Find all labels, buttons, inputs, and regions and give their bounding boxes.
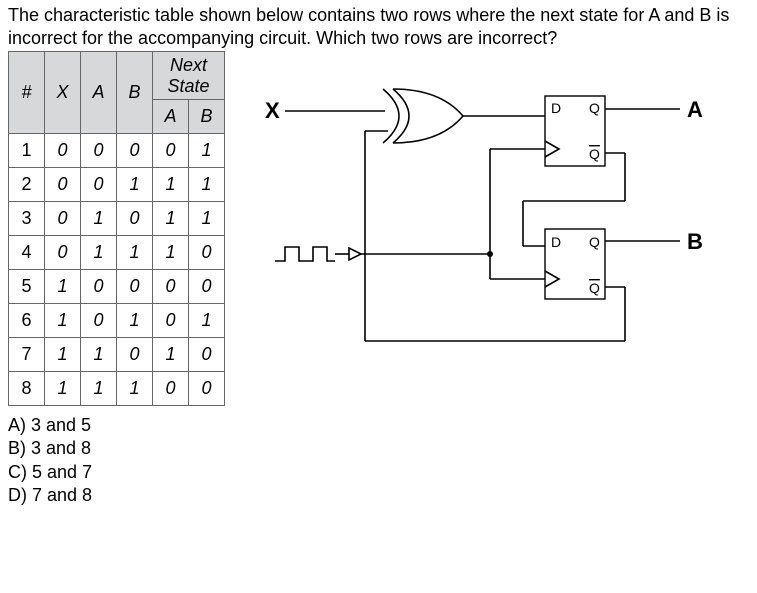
svg-text:Q: Q (589, 100, 600, 116)
option-b: B) 3 and 8 (8, 437, 749, 460)
table-cell: 0 (189, 372, 225, 406)
table-cell: 1 (117, 168, 153, 202)
table-cell: 0 (81, 270, 117, 304)
table-cell: 0 (153, 134, 189, 168)
answer-options: A) 3 and 5 B) 3 and 8 C) 5 and 7 D) 7 an… (0, 406, 757, 516)
table-cell: 1 (45, 372, 81, 406)
flipflop-b-icon: D Q Q (545, 229, 605, 299)
table-cell: 3 (9, 202, 45, 236)
label-x: X (265, 98, 280, 123)
characteristic-table: # X A B Next State A B 10000120011130101… (8, 51, 225, 406)
option-a: A) 3 and 5 (8, 414, 749, 437)
option-c: C) 5 and 7 (8, 461, 749, 484)
table-cell: 1 (153, 168, 189, 202)
table-cell: 0 (81, 168, 117, 202)
table-cell: 1 (81, 236, 117, 270)
table-cell: 4 (9, 236, 45, 270)
table-cell: 1 (153, 236, 189, 270)
circuit-diagram: X D Q Q A (225, 51, 749, 376)
table-cell: 0 (189, 270, 225, 304)
table-row: 610101 (9, 304, 225, 338)
table-cell: 0 (45, 134, 81, 168)
table-cell: 1 (81, 372, 117, 406)
table-cell: 0 (153, 270, 189, 304)
table-cell: 1 (117, 236, 153, 270)
question-text: The characteristic table shown below con… (0, 0, 757, 51)
table-cell: 0 (45, 168, 81, 202)
header-num: # (9, 52, 45, 134)
svg-text:Q: Q (589, 234, 600, 250)
table-cell: 1 (189, 304, 225, 338)
svg-text:Q: Q (589, 280, 600, 296)
table-cell: 0 (117, 270, 153, 304)
svg-text:Q: Q (589, 146, 600, 162)
header-x: X (45, 52, 81, 134)
table-cell: 1 (81, 202, 117, 236)
table-row: 100001 (9, 134, 225, 168)
table-cell: 0 (45, 236, 81, 270)
table-cell: 1 (117, 304, 153, 338)
header-next-a: A (153, 100, 189, 134)
table-cell: 0 (153, 304, 189, 338)
label-a: A (687, 97, 703, 122)
table-cell: 1 (153, 202, 189, 236)
table-cell: 1 (9, 134, 45, 168)
table-cell: 1 (81, 338, 117, 372)
table-cell: 1 (117, 372, 153, 406)
flipflop-a-icon: D Q Q (545, 96, 605, 166)
table-cell: 1 (45, 270, 81, 304)
table-cell: 0 (81, 134, 117, 168)
table-cell: 0 (117, 202, 153, 236)
table-cell: 0 (81, 304, 117, 338)
table-cell: 0 (189, 236, 225, 270)
option-d: D) 7 and 8 (8, 484, 749, 507)
table-cell: 1 (189, 202, 225, 236)
table-cell: 7 (9, 338, 45, 372)
table-cell: 1 (189, 168, 225, 202)
table-cell: 0 (153, 372, 189, 406)
table-cell: 0 (117, 338, 153, 372)
table-row: 811100 (9, 372, 225, 406)
label-b: B (687, 229, 703, 254)
table-cell: 1 (153, 338, 189, 372)
table-cell: 8 (9, 372, 45, 406)
svg-text:D: D (551, 234, 561, 250)
table-cell: 2 (9, 168, 45, 202)
table-cell: 5 (9, 270, 45, 304)
header-next-state: Next State (153, 52, 225, 100)
header-next-b: B (189, 100, 225, 134)
table-row: 200111 (9, 168, 225, 202)
table-row: 301011 (9, 202, 225, 236)
svg-text:D: D (551, 100, 561, 116)
table-row: 711010 (9, 338, 225, 372)
table-cell: 6 (9, 304, 45, 338)
header-a: A (81, 52, 117, 134)
table-cell: 0 (117, 134, 153, 168)
table-cell: 1 (45, 338, 81, 372)
table-cell: 0 (189, 338, 225, 372)
xor-gate-icon (383, 89, 463, 143)
table-row: 510000 (9, 270, 225, 304)
table-cell: 1 (45, 304, 81, 338)
header-b: B (117, 52, 153, 134)
table-cell: 1 (189, 134, 225, 168)
clock-icon (275, 247, 361, 261)
table-cell: 0 (45, 202, 81, 236)
table-row: 401110 (9, 236, 225, 270)
